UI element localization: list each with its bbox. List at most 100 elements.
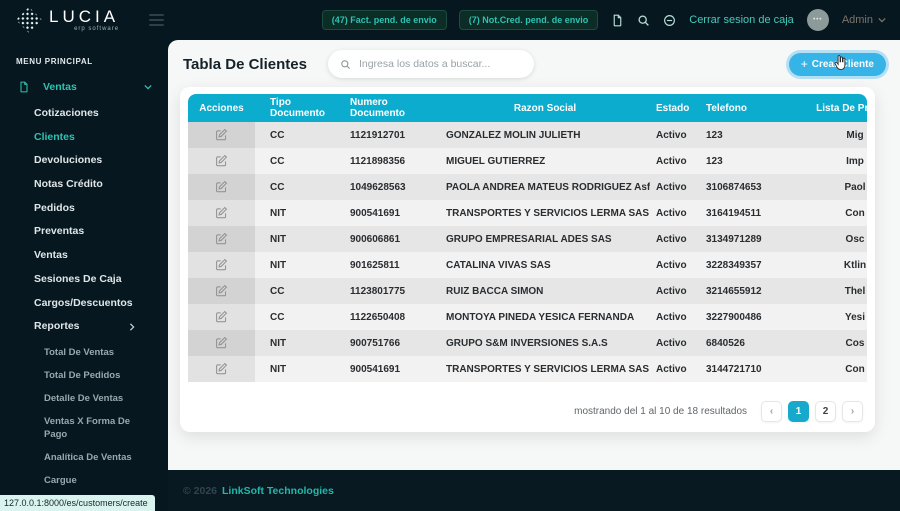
sidebar-subitem-cargue[interactable]: Cargue [0, 469, 168, 492]
edit-button[interactable] [212, 204, 231, 221]
lista-precios-cell: Ktlin [780, 252, 867, 278]
telefono-cell: 6840526 [700, 330, 780, 356]
razon-social-cell: GRUPO S&M INVERSIONES S.A.S [440, 330, 650, 356]
app-subtitle: erp software [74, 26, 119, 32]
sidebar-item-pedidos[interactable]: Pedidos [0, 197, 168, 221]
table-row: NIT900606861GRUPO EMPRESARIAL ADES SASAc… [188, 226, 867, 252]
numero-documento-cell: 1123801775 [345, 278, 440, 304]
column-header-acciones: Acciones [188, 94, 255, 122]
page-button-2[interactable]: 2 [815, 401, 836, 422]
estado-cell: Activo [650, 148, 700, 174]
pending-badge-7-not-cred-pend-de-envio[interactable]: (7) Not.Cred. pend. de envio [459, 10, 599, 30]
telefono-cell: 3144721710 [700, 356, 780, 382]
pencil-icon [215, 310, 228, 323]
edit-button[interactable] [212, 308, 231, 325]
sidebar-item-reportes[interactable]: Reportes [0, 315, 168, 339]
page-buttons: 12 [788, 401, 836, 422]
sidebar-subitem-detalle-de-ventas[interactable]: Detalle De Ventas [0, 387, 168, 410]
sidebar-subitem-total-de-ventas[interactable]: Total De Ventas [0, 341, 168, 364]
pencil-icon [215, 180, 228, 193]
table-row: NIT900541691TRANSPORTES Y SERVICIOS LERM… [188, 356, 867, 382]
lista-precios-cell: Mig [780, 122, 867, 148]
estado-cell: Activo [650, 304, 700, 330]
page-button-1[interactable]: 1 [788, 401, 809, 422]
topbar-badges: (47) Fact. pend. de envio (7) Not.Cred. p… [322, 10, 599, 30]
create-client-button[interactable]: + Crear Cliente [789, 53, 886, 76]
sidebar-subitem-total-de-pedidos[interactable]: Total De Pedidos [0, 364, 168, 387]
document-icon[interactable] [611, 14, 624, 27]
close-cash-session-link[interactable]: Cerrar sesion de caja [689, 14, 794, 26]
pagination: mostrando del 1 al 10 de 18 resultados ‹… [574, 401, 863, 422]
razon-social-cell: MONTOYA PINEDA YESICA FERNANDA [440, 304, 650, 330]
razon-social-cell: MIGUEL GUTIERREZ [440, 148, 650, 174]
sidebar-item-devoluciones[interactable]: Devoluciones [0, 149, 168, 173]
next-page-button[interactable]: › [842, 401, 863, 422]
sidebar-item-sesiones-de-caja[interactable]: Sesiones De Caja [0, 268, 168, 292]
acciones-cell [188, 122, 255, 148]
estado-cell: Activo [650, 122, 700, 148]
edit-button[interactable] [212, 178, 231, 195]
acciones-cell [188, 330, 255, 356]
search-icon[interactable] [637, 14, 650, 27]
column-header-lista-de-precios: Lista De Precios [780, 94, 867, 122]
sidebar-root-label: Ventas [43, 81, 77, 93]
sidebar-item-clientes[interactable]: Clientes [0, 126, 168, 150]
main-header: Tabla De Clientes + Crear Cliente [168, 40, 900, 88]
sidebar-item-ventas[interactable]: Ventas [0, 244, 168, 268]
search-icon [340, 59, 351, 70]
status-url: 127.0.0.1:8000/es/customers/create [0, 495, 155, 511]
avatar[interactable]: ••• [807, 9, 829, 31]
edit-button[interactable] [212, 152, 231, 169]
company-link[interactable]: LinkSoft Technologies [222, 485, 334, 497]
table-row: NIT900751766GRUPO S&M INVERSIONES S.A.SA… [188, 330, 867, 356]
telefono-cell: 123 [700, 148, 780, 174]
table-row: CC1122650408MONTOYA PINEDA YESICA FERNAN… [188, 304, 867, 330]
estado-cell: Activo [650, 356, 700, 382]
edit-button[interactable] [212, 126, 231, 143]
column-header-estado: Estado [650, 94, 700, 122]
edit-button[interactable] [212, 360, 231, 377]
tipo-documento-cell: NIT [255, 226, 345, 252]
estado-cell: Activo [650, 200, 700, 226]
razon-social-cell: TRANSPORTES Y SERVICIOS LERMA SAS [440, 356, 650, 382]
tipo-documento-cell: NIT [255, 252, 345, 278]
tipo-documento-cell: CC [255, 174, 345, 200]
numero-documento-cell: 1121898356 [345, 148, 440, 174]
sidebar-item-ventas-root[interactable]: Ventas [18, 81, 152, 93]
printer-icon[interactable] [663, 14, 676, 27]
column-header-razon-social: Razon Social [440, 94, 650, 122]
pencil-icon [215, 336, 228, 349]
file-icon [18, 81, 30, 93]
sidebar-subitem-analitica-de-ventas[interactable]: Analítica De Ventas [0, 446, 168, 469]
acciones-cell [188, 252, 255, 278]
numero-documento-cell: 900541691 [345, 356, 440, 382]
edit-button[interactable] [212, 230, 231, 247]
razon-social-cell: PAOLA ANDREA MATEUS RODRIGUEZ Asf Asfas [440, 174, 650, 200]
acciones-cell [188, 148, 255, 174]
telefono-cell: 3227900486 [700, 304, 780, 330]
table-row: NIT900541691TRANSPORTES Y SERVICIOS LERM… [188, 200, 867, 226]
edit-button[interactable] [212, 334, 231, 351]
table-body: CC1121912701GONZALEZ MOLIN JULIETHActivo… [188, 122, 867, 382]
pending-badge-47-fact-pend-de-envio[interactable]: (47) Fact. pend. de envio [322, 10, 447, 30]
topbar: LUCIA erp software (47) Fact. pend. de e… [0, 0, 900, 40]
plus-icon: + [801, 59, 808, 69]
user-menu[interactable]: Admin [842, 14, 886, 26]
edit-button[interactable] [212, 256, 231, 273]
razon-social-cell: TRANSPORTES Y SERVICIOS LERMA SAS [440, 200, 650, 226]
search-box [328, 50, 534, 78]
reportes-label: Reportes [34, 320, 80, 333]
sidebar-item-cotizaciones[interactable]: Cotizaciones [0, 102, 168, 126]
sidebar-item-notas-credito[interactable]: Notas Crédito [0, 173, 168, 197]
prev-page-button[interactable]: ‹ [761, 401, 782, 422]
lista-precios-cell: Imp [780, 148, 867, 174]
sidebar-subitem-ventas-x-forma-de-pago[interactable]: Ventas X Forma De Pago [0, 410, 168, 446]
pencil-icon [215, 206, 228, 219]
sidebar-item-preventas[interactable]: Preventas [0, 220, 168, 244]
sidebar-item-cargos-descuentos[interactable]: Cargos/Descuentos [0, 292, 168, 316]
search-input[interactable] [359, 58, 524, 70]
page-title: Tabla De Clientes [183, 56, 307, 73]
edit-button[interactable] [212, 282, 231, 299]
telefono-cell: 3106874653 [700, 174, 780, 200]
hamburger-icon[interactable] [149, 14, 164, 26]
